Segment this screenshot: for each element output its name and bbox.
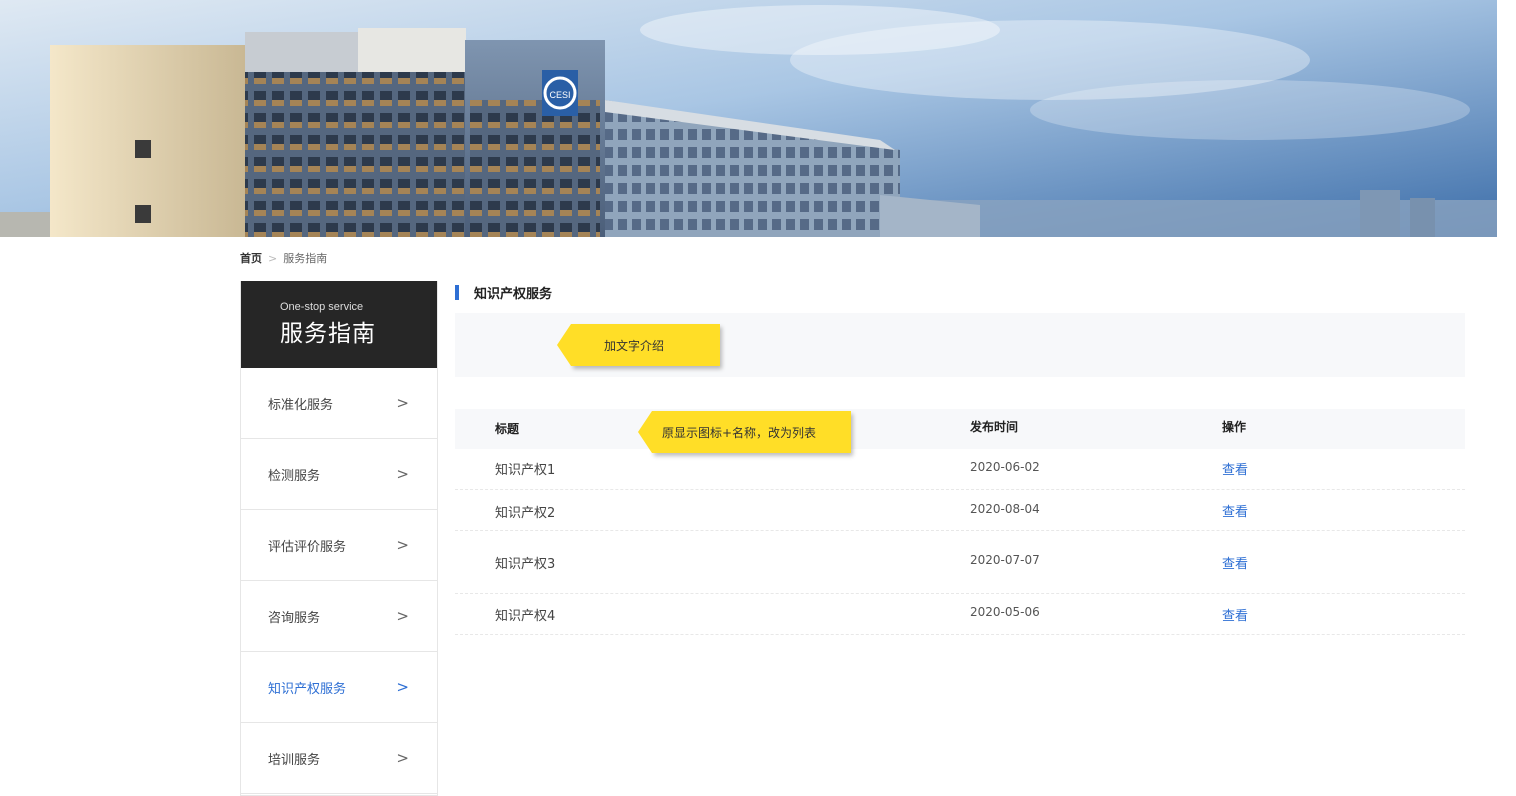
column-header-title: 标题 bbox=[495, 422, 520, 436]
section-title: 知识产权服务 bbox=[455, 284, 553, 302]
sidebar-header: One-stop service 服务指南 bbox=[241, 281, 437, 368]
breadcrumb-separator-icon: > bbox=[268, 251, 278, 265]
row-date: 2020-06-02 bbox=[970, 460, 1040, 474]
sidebar-title: 服务指南 bbox=[280, 321, 376, 347]
sidebar-item-label: 培训服务 bbox=[268, 752, 321, 768]
row-date: 2020-05-06 bbox=[970, 605, 1040, 619]
table-row: 知识产权4 2020-05-06 查看 bbox=[455, 594, 1465, 635]
row-title[interactable]: 知识产权1 bbox=[495, 459, 555, 478]
annotation-callout-intro: 加文字介绍 bbox=[557, 324, 720, 366]
sidebar-item-ip-services[interactable]: 知识产权服务 > bbox=[241, 652, 437, 723]
row-title[interactable]: 知识产权4 bbox=[495, 605, 555, 624]
sidebar-item-label: 评估评价服务 bbox=[268, 539, 347, 555]
sidebar-item-label: 检测服务 bbox=[268, 468, 321, 484]
table-row: 知识产权2 2020-08-04 查看 bbox=[455, 490, 1465, 531]
chevron-right-icon: > bbox=[396, 394, 409, 412]
sidebar-item-label: 咨询服务 bbox=[268, 610, 321, 626]
section-title-text: 知识产权服务 bbox=[474, 286, 553, 302]
table-header: 标题 发布时间 操作 bbox=[455, 409, 1465, 449]
column-header-date: 发布时间 bbox=[970, 420, 1019, 434]
annotation-text: 原显示图标+名称，改为列表 bbox=[662, 425, 817, 440]
breadcrumb-current: 服务指南 bbox=[283, 252, 328, 265]
view-link[interactable]: 查看 bbox=[1222, 459, 1248, 478]
article-table: 标题 发布时间 操作 知识产权1 2020-06-02 查看 知识产权2 202… bbox=[455, 409, 1465, 635]
sidebar-item-evaluation[interactable]: 评估评价服务 > bbox=[241, 510, 437, 581]
section-marker bbox=[455, 284, 459, 300]
view-link[interactable]: 查看 bbox=[1222, 605, 1248, 624]
chevron-right-icon: > bbox=[396, 749, 409, 767]
row-date: 2020-07-07 bbox=[970, 553, 1040, 567]
row-title[interactable]: 知识产权3 bbox=[495, 553, 555, 572]
breadcrumb-home-link[interactable]: 首页 bbox=[240, 250, 262, 266]
sidebar-item-testing[interactable]: 检测服务 > bbox=[241, 439, 437, 510]
sidebar: One-stop service 服务指南 标准化服务 > 检测服务 > 评估评… bbox=[240, 281, 438, 796]
banner-building-image: CESI bbox=[0, 0, 1497, 237]
chevron-right-icon: > bbox=[396, 536, 409, 554]
annotation-text: 加文字介绍 bbox=[604, 338, 665, 353]
row-date: 2020-08-04 bbox=[970, 502, 1040, 516]
sidebar-item-training[interactable]: 培训服务 > bbox=[241, 723, 437, 794]
view-link[interactable]: 查看 bbox=[1222, 553, 1248, 572]
chevron-right-icon: > bbox=[396, 465, 409, 483]
breadcrumb: 首页 > 服务指南 bbox=[240, 250, 327, 266]
column-header-action: 操作 bbox=[1222, 420, 1247, 434]
sidebar-subtitle: One-stop service bbox=[280, 301, 364, 313]
table-row: 知识产权3 2020-07-07 查看 bbox=[455, 531, 1465, 594]
row-title[interactable]: 知识产权2 bbox=[495, 502, 555, 521]
banner-logo-text: CESI bbox=[549, 90, 570, 100]
sidebar-item-consulting[interactable]: 咨询服务 > bbox=[241, 581, 437, 652]
table-row: 知识产权1 2020-06-02 查看 bbox=[455, 449, 1465, 490]
sidebar-item-standardization[interactable]: 标准化服务 > bbox=[241, 368, 437, 439]
annotation-callout-list: 原显示图标+名称，改为列表 bbox=[638, 411, 851, 453]
chevron-right-icon: > bbox=[396, 678, 409, 696]
view-link[interactable]: 查看 bbox=[1222, 501, 1248, 520]
sidebar-item-label: 知识产权服务 bbox=[268, 681, 347, 697]
chevron-right-icon: > bbox=[396, 607, 409, 625]
sidebar-item-label: 标准化服务 bbox=[268, 397, 334, 413]
header-banner: CESI bbox=[0, 0, 1497, 237]
